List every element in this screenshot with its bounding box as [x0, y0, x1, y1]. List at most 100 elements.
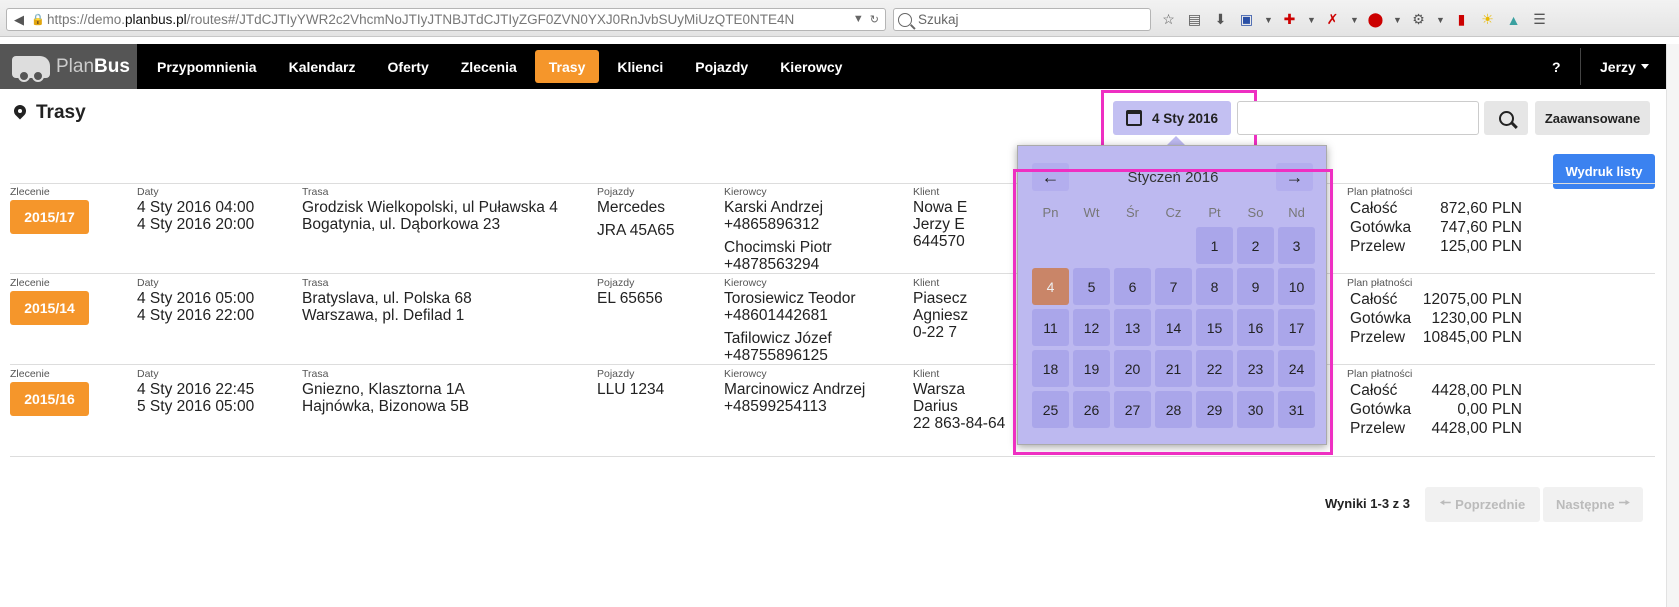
- payment-type: Gotówka: [1350, 310, 1412, 327]
- route-label: Trasa: [302, 186, 329, 198]
- route-from: Bratyslava, ul. Polska 68: [302, 290, 472, 307]
- vehicle-name: Mercedes: [597, 199, 666, 216]
- date-start: 4 Sty 2016 04:00: [137, 199, 255, 216]
- chevron-down-icon[interactable]: ▼: [1350, 15, 1359, 25]
- first-aid-icon[interactable]: ✚: [1281, 11, 1298, 28]
- payment-amount: 747,60 PLN: [1440, 219, 1522, 236]
- payment-type: Przelew: [1350, 420, 1406, 437]
- order-badge[interactable]: 2015/16: [10, 382, 89, 416]
- sun-icon[interactable]: ☀: [1479, 11, 1496, 28]
- order-label: Zlecenie: [10, 368, 50, 380]
- vehicle-name: LLU 1234: [597, 381, 665, 398]
- route-to: Warszawa, pl. Defilad 1: [302, 307, 465, 324]
- driver-name: Tafilowicz Józef: [724, 330, 832, 347]
- next-page-button[interactable]: Następne 🠖: [1543, 487, 1643, 522]
- chevron-down-icon[interactable]: ▼: [1393, 15, 1402, 25]
- puzzle-icon[interactable]: ▲: [1505, 11, 1522, 28]
- browser-toolbar: ◀ 🔒 https://demo. planbus.pl/routes#/JTdC…: [0, 0, 1679, 37]
- nav-item-kalendarz[interactable]: Kalendarz: [273, 50, 372, 83]
- chevron-down-icon[interactable]: ▼: [1264, 15, 1273, 25]
- extension-icon[interactable]: ⚙: [1410, 11, 1427, 28]
- order-badge[interactable]: 2015/17: [10, 200, 89, 234]
- url-prefix: https://demo.: [47, 12, 126, 27]
- payment-type: Przelew: [1350, 329, 1406, 346]
- nav-item-zlecenia[interactable]: Zlecenia: [445, 50, 533, 83]
- dates-label: Daty: [137, 368, 159, 380]
- driver-name: Karski Andrzej: [724, 199, 824, 216]
- arrow-left-icon: 🠔: [1439, 494, 1452, 510]
- payment-row: Gotówka 747,60 PLN: [1350, 218, 1522, 238]
- nav-item-klienci[interactable]: Klienci: [601, 50, 679, 83]
- date-start: 4 Sty 2016 22:45: [137, 381, 255, 398]
- page-title: Trasy: [14, 102, 86, 124]
- route-search-input[interactable]: [1237, 101, 1479, 135]
- route-from: Grodzisk Wielkopolski, ul Puławska 4: [302, 199, 558, 216]
- payment-row: Całość 872,60 PLN: [1350, 199, 1522, 219]
- driver-phone: +48755896125: [724, 347, 828, 364]
- map-pin-icon: [14, 105, 26, 122]
- download-icon[interactable]: ⬇: [1212, 11, 1229, 28]
- driver-name: Chocimski Piotr: [724, 239, 832, 256]
- help-link[interactable]: ?: [1552, 44, 1561, 89]
- brand-bus-text: Bus: [94, 55, 130, 77]
- reading-list-icon[interactable]: ▤: [1186, 11, 1203, 28]
- browser-search-input[interactable]: Szukaj: [893, 8, 1151, 31]
- payment-type: Przelew: [1350, 238, 1406, 255]
- caret-down-icon: [1640, 64, 1649, 69]
- route-to: Hajnówka, Bizonowa 5B: [302, 398, 470, 415]
- chevron-down-icon[interactable]: ▼: [1307, 15, 1316, 25]
- page-scrollbar[interactable]: [1666, 44, 1679, 607]
- results-count: Wyniki 1-3 z 3: [1325, 496, 1411, 511]
- client-phone: 644570: [913, 233, 965, 250]
- date-end: 4 Sty 2016 22:00: [137, 307, 255, 324]
- order-label: Zlecenie: [10, 277, 50, 289]
- hamburger-menu-icon[interactable]: ☰: [1531, 11, 1548, 28]
- order-badge[interactable]: 2015/14: [10, 291, 89, 325]
- save-icon[interactable]: ▣: [1238, 11, 1255, 28]
- payment-amount: 12075,00 PLN: [1422, 291, 1522, 308]
- client-name: Nowa E: [913, 199, 968, 216]
- previous-page-label: Poprzednie: [1455, 497, 1526, 512]
- chevron-down-icon[interactable]: ▼: [1436, 15, 1445, 25]
- route-to: Bogatynia, ul. Dąborkowa 23: [302, 216, 501, 233]
- user-name: Jerzy: [1600, 58, 1636, 75]
- vehicle-name: EL 65656: [597, 290, 663, 307]
- reload-icon[interactable]: ↻: [870, 13, 879, 26]
- date-end: 4 Sty 2016 20:00: [137, 216, 255, 233]
- vehicles-label: Pojazdy: [597, 368, 635, 380]
- row-divider: [10, 364, 1655, 365]
- back-arrow-icon[interactable]: ◀: [7, 9, 31, 30]
- address-bar[interactable]: ◀ 🔒 https://demo. planbus.pl/routes#/JTdC…: [6, 8, 886, 31]
- brand-plan-text: Plan: [56, 55, 95, 77]
- user-menu[interactable]: Jerzy: [1600, 44, 1649, 89]
- nav-item-kierowcy[interactable]: Kierowcy: [764, 50, 858, 83]
- driver-name: Marcinowicz Andrzej: [724, 381, 866, 398]
- row-divider: [10, 183, 1655, 184]
- dropdown-arrow-icon[interactable]: ▼: [853, 13, 864, 26]
- payment-row: Całość 12075,00 PLN: [1350, 290, 1522, 310]
- adblock-icon[interactable]: ⬤: [1367, 11, 1384, 28]
- main-menu: Przypomnienia Kalendarz Oferty Zlecenia Tras…: [141, 44, 858, 89]
- dates-label: Daty: [137, 277, 159, 289]
- route-label: Trasa: [302, 277, 329, 289]
- client-label: Klient: [913, 277, 940, 289]
- previous-page-button[interactable]: 🠔 Poprzednie: [1425, 487, 1540, 522]
- client-contact: Darius: [913, 398, 958, 415]
- nav-item-pojazdy[interactable]: Pojazdy: [679, 50, 764, 83]
- search-button[interactable]: [1484, 101, 1528, 135]
- advanced-search-button[interactable]: Zaawansowane: [1535, 101, 1650, 135]
- browser-toolbar-icons: ☆ ▤ ⬇ ▣ ▼ ✚ ▼ ✗ ▼ ⬤ ▼ ⚙ ▼ ▮ ☀ ▲ ☰: [1160, 8, 1548, 31]
- client-phone: 0-22 7: [913, 324, 957, 341]
- nav-item-przypomnienia[interactable]: Przypomnienia: [141, 50, 273, 83]
- payment-type: Gotówka: [1350, 219, 1412, 236]
- script-icon[interactable]: ✗: [1324, 11, 1341, 28]
- driver-name: Torosiewicz Teodor: [724, 290, 856, 307]
- brand-logo[interactable]: Plan Bus: [0, 44, 137, 89]
- nav-item-trasy[interactable]: Trasy: [534, 50, 600, 83]
- route-from: Gniezno, Klasztorna 1A: [302, 381, 465, 398]
- nav-item-oferty[interactable]: Oferty: [372, 50, 445, 83]
- payment-amount: 1230,00 PLN: [1431, 310, 1523, 327]
- battery-icon[interactable]: ▮: [1453, 11, 1470, 28]
- bookmark-star-icon[interactable]: ☆: [1160, 11, 1177, 28]
- browser-search-placeholder: Szukaj: [918, 12, 959, 27]
